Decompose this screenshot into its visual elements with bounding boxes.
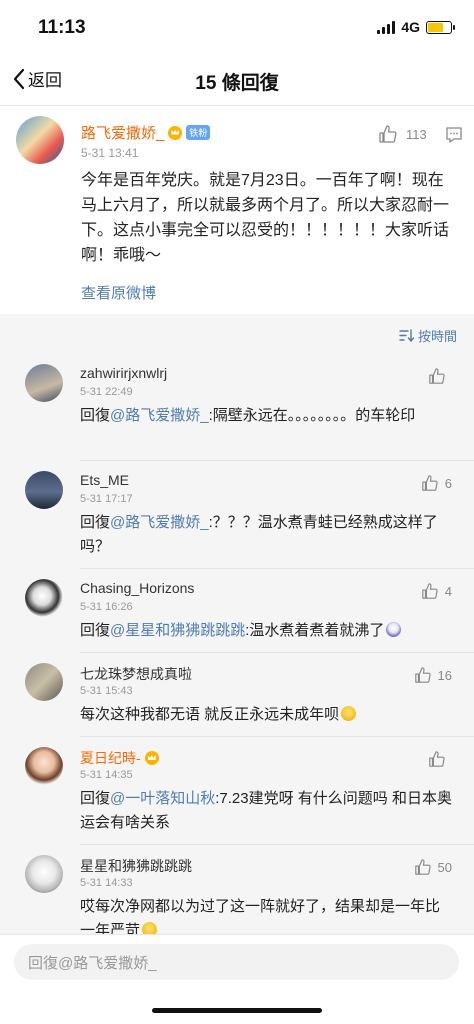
comment-author[interactable]: 七龙珠梦想成真啦 [80, 664, 192, 684]
main-post: 路飞爱撒娇_ 铁粉 5-31 13:41 113 今年是百年党庆。就是7月23日… [0, 106, 474, 314]
avatar[interactable] [25, 663, 63, 701]
comment-like-button[interactable] [428, 750, 452, 768]
comment-like-button[interactable]: 6 [421, 474, 452, 492]
avatar[interactable] [25, 471, 63, 509]
post-author: 路飞爱撒娇_ 铁粉 [81, 122, 211, 143]
nav-bar: 返回 15 條回復 [0, 54, 474, 106]
comment-like-button[interactable]: 16 [414, 666, 452, 684]
comment-text: 回復@一叶落知山秋:7.23建党呀 有什么问题吗 和日本奥运会有啥关系 [80, 787, 452, 835]
author-name[interactable]: 路飞爱撒娇_ [81, 122, 164, 143]
signal-icon [377, 20, 396, 34]
sort-bar: 按時間 [0, 314, 474, 354]
status-time: 11:13 [38, 17, 86, 38]
thumbs-up-icon [414, 667, 431, 683]
comment-time: 5-31 14:33 [80, 877, 133, 889]
avatar[interactable] [25, 747, 63, 785]
comment-like-count: 16 [437, 667, 452, 683]
thumbs-up-icon [414, 859, 431, 875]
battery-icon [426, 20, 455, 34]
vip-crown-icon [168, 125, 183, 140]
comment-like-count: 6 [444, 475, 452, 491]
vip-crown-icon [144, 751, 159, 765]
sort-icon [399, 329, 414, 342]
status-bar: 11:13 4G [0, 0, 474, 54]
thumbs-up-icon [421, 475, 438, 491]
comment-item: zahwirirjxnwlrj 5-31 22:49 回復@路飞爱撒娇_:隔壁永… [0, 354, 474, 461]
comment-body: :温水煮着煮着就沸了 [245, 622, 385, 639]
thumbs-up-icon [421, 583, 438, 599]
comment-item: 七龙珠梦想成真啦 5-31 15:43 16 每次这种我都无语 就反正永远未成年… [0, 653, 474, 737]
emoji-icon [386, 622, 402, 637]
avatar[interactable] [25, 364, 63, 402]
post-like-button[interactable]: 113 [378, 124, 427, 144]
sort-label: 按時間 [417, 329, 457, 344]
comment-like-button[interactable] [428, 367, 452, 385]
avatar[interactable] [25, 579, 63, 617]
comment-button[interactable] [445, 126, 463, 149]
comment-icon [446, 127, 462, 143]
avatar[interactable] [25, 855, 63, 893]
reply-prefix: 回復 [80, 622, 111, 639]
page-title: 15 條回復 [195, 73, 279, 94]
comment-item: Ets_ME 5-31 17:17 6 回復@路飞爱撒娇_:？？？温水煮青蛙已经… [0, 461, 474, 569]
comment-text: 回復@路飞爱撒娇_:？？？温水煮青蛙已经熟成这样了吗？ [80, 511, 452, 559]
comment-like-button[interactable]: 4 [421, 582, 452, 600]
comment-time: 5-31 14:35 [80, 769, 133, 781]
comment-item: 星星和狒狒跳跳跳 5-31 14:33 50 哎每次净网都以为过了这一阵就好了，… [0, 845, 474, 934]
thumbs-up-icon [379, 125, 397, 143]
comment-author[interactable]: zahwirirjxnwlrj [80, 365, 167, 381]
post-text: 今年是百年党庆。就是7月23日。一百年了啊！现在马上六月了，所以就最多两个月了。… [81, 172, 450, 264]
sort-by-time-button[interactable]: 按時間 [399, 326, 457, 345]
comment-text: 哎每次净网都以为过了这一阵就好了，结果却是一年比一年严苛 [80, 895, 452, 934]
comment-text: 每次这种我都无语 就反正永远未成年呗 [80, 703, 452, 727]
comment-like-count: 4 [444, 583, 452, 599]
mention-link[interactable]: @星星和狒狒跳跳跳 [110, 622, 245, 639]
reply-prefix: 回復 [80, 514, 111, 531]
comment-list: zahwirirjxnwlrj 5-31 22:49 回復@路飞爱撒娇_:隔壁永… [0, 354, 474, 934]
comment-time: 5-31 22:49 [80, 386, 133, 398]
comment-text: 回復@星星和狒狒跳跳跳:温水煮着煮着就沸了 [80, 619, 452, 643]
comment-like-count: 50 [437, 859, 452, 875]
emoji-icon [142, 922, 158, 934]
home-indicator[interactable] [152, 1008, 322, 1013]
reply-input[interactable]: 回復@路飞爱撒娇_ [14, 944, 459, 980]
mention-link[interactable]: @路飞爱撒娇_ [110, 407, 209, 424]
comment-time: 5-31 15:43 [80, 685, 133, 697]
comment-body: 哎每次净网都以为过了这一阵就好了，结果却是一年比一年严苛 [80, 898, 441, 934]
thumbs-up-icon [429, 751, 445, 767]
mention-link[interactable]: @一叶落知山秋 [110, 790, 215, 807]
comment-body: :隔壁永远在。。。。。。。。的车轮印 [208, 407, 416, 424]
comment-text: 回復@路飞爱撒娇_:隔壁永远在。。。。。。。。的车轮印 [80, 404, 452, 428]
comment-item: 夏日纪時- 5-31 14:35 回復@一叶落知山秋:7.23建党呀 有什么问题… [0, 737, 474, 845]
comment-author-name[interactable]: 夏日纪時- [80, 748, 141, 768]
comment-item: Chasing_Horizons 5-31 16:26 4 回復@星星和狒狒跳跳… [0, 569, 474, 653]
view-original-link[interactable]: 查看原微博 [81, 282, 156, 303]
mention-link[interactable]: @路飞爱撒娇_ [110, 514, 209, 531]
comment-author: 夏日纪時- [80, 748, 159, 768]
comment-time: 5-31 16:26 [80, 601, 133, 613]
post-like-count: 113 [406, 126, 427, 142]
comment-body: 每次这种我都无语 就反正永远未成年呗 [80, 706, 340, 723]
post-time: 5-31 13:41 [81, 146, 139, 160]
network-type: 4G [401, 19, 420, 35]
comment-author[interactable]: Chasing_Horizons [80, 580, 194, 596]
comment-author[interactable]: 星星和狒狒跳跳跳 [80, 856, 192, 876]
status-indicators: 4G [377, 19, 455, 35]
comment-time: 5-31 17:17 [80, 493, 133, 505]
comment-like-button[interactable]: 50 [414, 858, 452, 876]
comment-author[interactable]: Ets_ME [80, 472, 129, 488]
reply-prefix: 回復 [80, 790, 111, 807]
thumbs-up-icon [429, 368, 445, 384]
emoji-icon [341, 706, 357, 721]
avatar[interactable] [16, 116, 64, 164]
reply-prefix: 回復 [80, 407, 111, 424]
fan-badge: 铁粉 [186, 125, 211, 140]
